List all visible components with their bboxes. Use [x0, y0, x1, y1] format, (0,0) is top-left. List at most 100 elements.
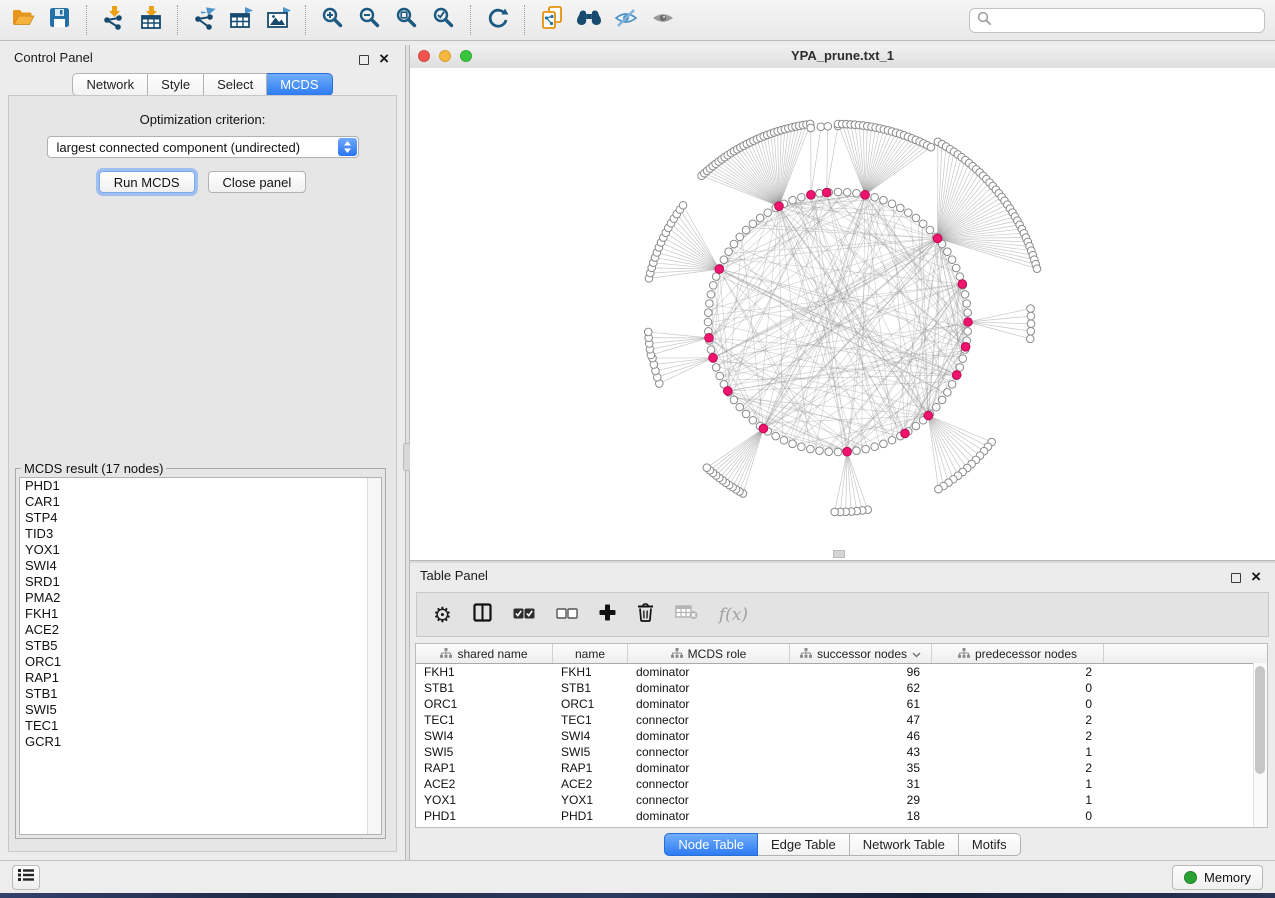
table-row[interactable]: RAP1 RAP1 dominator 35 2 [416, 760, 1267, 776]
zoom-window-button[interactable] [460, 50, 472, 62]
network-node[interactable] [742, 410, 750, 418]
zoom-out-button[interactable] [351, 4, 388, 36]
dominator-node[interactable] [759, 424, 768, 433]
network-node[interactable] [736, 233, 744, 241]
zoom-fit-button[interactable] [388, 4, 425, 36]
memory-button[interactable]: Memory [1172, 865, 1263, 890]
network-node[interactable] [912, 422, 920, 430]
network-node[interactable] [888, 200, 896, 208]
search-input[interactable] [992, 11, 1264, 31]
network-node[interactable] [912, 214, 920, 222]
network-canvas[interactable] [410, 68, 1275, 560]
run-mcds-button[interactable]: Run MCDS [99, 171, 195, 193]
network-node[interactable] [749, 416, 757, 424]
dominator-node[interactable] [822, 188, 831, 197]
mcds-list-scrollbar[interactable] [367, 478, 381, 834]
import-table-button[interactable] [132, 4, 169, 36]
network-node[interactable] [764, 209, 772, 217]
function-builder-button[interactable]: f(x) [719, 605, 748, 625]
network-node[interactable] [948, 381, 956, 389]
canvas-splitter-handle[interactable] [833, 550, 845, 558]
network-node[interactable] [772, 432, 780, 440]
clone-network-button[interactable] [533, 4, 570, 36]
mcds-result-item[interactable]: ORC1 [20, 654, 381, 670]
network-node[interactable] [705, 309, 713, 317]
network-node[interactable] [712, 273, 720, 281]
network-node[interactable] [871, 193, 879, 201]
column-header-predecessor-nodes[interactable]: predecessor nodes [932, 644, 1104, 663]
network-node[interactable] [1026, 335, 1034, 343]
zoom-in-button[interactable] [314, 4, 351, 36]
import-network-button[interactable] [95, 4, 132, 36]
network-node[interactable] [1027, 312, 1035, 320]
network-node[interactable] [798, 443, 806, 451]
network-node[interactable] [824, 122, 832, 130]
mcds-result-item[interactable]: PHD1 [20, 478, 381, 494]
mcds-result-item[interactable]: SWI4 [20, 558, 381, 574]
network-node[interactable] [963, 300, 971, 308]
mcds-result-list[interactable]: PHD1CAR1STP4TID3YOX1SWI4SRD1PMA2FKH1ACE2… [19, 477, 382, 835]
float-panel-button[interactable] [359, 55, 369, 65]
network-node[interactable] [825, 448, 833, 456]
network-node[interactable] [780, 436, 788, 444]
tab-select[interactable]: Select [204, 73, 267, 96]
network-node[interactable] [944, 248, 952, 256]
network-node[interactable] [862, 445, 870, 453]
network-node[interactable] [1027, 320, 1035, 328]
network-node[interactable] [961, 291, 969, 299]
table-row[interactable]: FKH1 FKH1 dominator 96 2 [416, 664, 1267, 680]
network-node[interactable] [807, 124, 815, 132]
network-node[interactable] [644, 328, 652, 336]
tab-edge-table[interactable]: Edge Table [758, 833, 850, 856]
dominator-node[interactable] [964, 318, 973, 327]
dominator-node[interactable] [843, 447, 852, 456]
mcds-result-item[interactable]: PMA2 [20, 590, 381, 606]
dominator-node[interactable] [715, 265, 724, 274]
deselect-all-button[interactable] [556, 606, 578, 624]
mcds-result-item[interactable]: ACE2 [20, 622, 381, 638]
network-node[interactable] [704, 318, 712, 326]
table-row[interactable]: SWI4 SWI4 dominator 46 2 [416, 728, 1267, 744]
hide-selected-button[interactable] [607, 4, 644, 36]
network-node[interactable] [720, 256, 728, 264]
mcds-result-item[interactable]: STP4 [20, 510, 381, 526]
mcds-result-item[interactable]: TID3 [20, 526, 381, 542]
close-panel-button[interactable]: × [379, 51, 389, 69]
mcds-result-item[interactable]: SRD1 [20, 574, 381, 590]
dominator-node[interactable] [807, 191, 816, 200]
dominator-node[interactable] [775, 202, 784, 211]
close-panel-button2[interactable]: Close panel [208, 171, 307, 193]
delete-table-button[interactable] [675, 604, 698, 625]
table-row[interactable]: ORC1 ORC1 dominator 61 0 [416, 696, 1267, 712]
network-node[interactable] [948, 256, 956, 264]
network-node[interactable] [789, 196, 797, 204]
export-network-button[interactable] [186, 4, 223, 36]
network-node[interactable] [807, 445, 815, 453]
network-node[interactable] [706, 300, 714, 308]
network-node[interactable] [789, 440, 797, 448]
network-node[interactable] [1027, 305, 1035, 313]
network-node[interactable] [956, 364, 964, 372]
network-window-titlebar[interactable]: YPA_prune.txt_1 [410, 45, 1275, 69]
network-node[interactable] [1027, 327, 1035, 335]
tab-mcds[interactable]: MCDS [267, 73, 332, 96]
network-node[interactable] [716, 372, 724, 380]
dominator-node[interactable] [705, 334, 714, 343]
network-node[interactable] [816, 447, 824, 455]
column-header-mcds-role[interactable]: MCDS role [628, 644, 790, 663]
dominator-node[interactable] [901, 429, 910, 438]
network-node[interactable] [730, 396, 738, 404]
mcds-result-item[interactable]: YOX1 [20, 542, 381, 558]
open-session-button[interactable] [4, 4, 41, 36]
table-scrollbar-thumb[interactable] [1255, 666, 1265, 774]
network-node[interactable] [904, 209, 912, 217]
network-node[interactable] [707, 346, 715, 354]
network-node[interactable] [730, 240, 738, 248]
network-node[interactable] [834, 188, 842, 196]
float-table-panel-button[interactable] [1231, 573, 1241, 583]
column-header-name[interactable]: name [553, 644, 628, 663]
criterion-select[interactable]: largest connected component (undirected) [47, 136, 359, 158]
zoom-selected-button[interactable] [425, 4, 462, 36]
network-node[interactable] [736, 403, 744, 411]
network-node[interactable] [831, 508, 839, 516]
